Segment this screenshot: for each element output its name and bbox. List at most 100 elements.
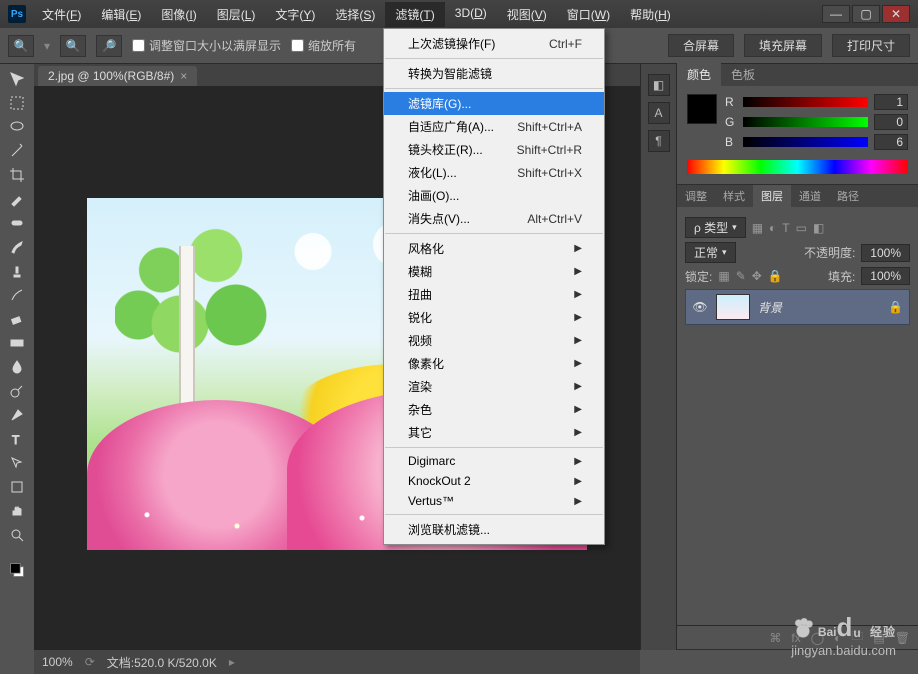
submenu-blur[interactable]: 模糊▶ bbox=[384, 260, 604, 283]
lasso-tool[interactable] bbox=[5, 116, 29, 138]
blur-tool[interactable] bbox=[5, 356, 29, 378]
lock-all-icon[interactable]: 🔒 bbox=[768, 269, 783, 283]
zoom-tool[interactable] bbox=[5, 524, 29, 546]
submenu-distort[interactable]: 扭曲▶ bbox=[384, 283, 604, 306]
blend-mode-select[interactable]: 正常 ▾ bbox=[685, 242, 736, 263]
stamp-tool[interactable] bbox=[5, 260, 29, 282]
shape-tool[interactable] bbox=[5, 476, 29, 498]
hand-tool[interactable] bbox=[5, 500, 29, 522]
submenu-knockout[interactable]: KnockOut 2▶ bbox=[384, 471, 604, 491]
slider-g[interactable] bbox=[743, 117, 868, 127]
menu-select[interactable]: 选择(S) bbox=[325, 2, 385, 27]
layer-filter-type[interactable]: ρ 类型 ▾ bbox=[685, 217, 746, 238]
document-tab[interactable]: 2.jpg @ 100%(RGB/8#) × bbox=[38, 66, 197, 86]
zoom-in-icon[interactable]: 🔍 bbox=[60, 35, 86, 57]
current-color-swatch[interactable] bbox=[687, 94, 717, 124]
menu-last-filter[interactable]: 上次滤镜操作(F)Ctrl+F bbox=[384, 32, 604, 55]
lock-pos-icon[interactable]: ✥ bbox=[752, 269, 762, 283]
menu-window[interactable]: 窗口(W) bbox=[557, 2, 620, 27]
brush-tool[interactable] bbox=[5, 236, 29, 258]
filter-shape-icon[interactable]: ▭ bbox=[796, 221, 807, 235]
lock-paint-icon[interactable]: ✎ bbox=[736, 269, 746, 283]
submenu-vertus[interactable]: Vertus™▶ bbox=[384, 491, 604, 511]
menu-view[interactable]: 视图(V) bbox=[497, 2, 557, 27]
pen-tool[interactable] bbox=[5, 404, 29, 426]
value-b[interactable]: 6 bbox=[874, 134, 908, 150]
hue-strip[interactable] bbox=[687, 160, 908, 174]
menu-oil-paint[interactable]: 油画(O)... bbox=[384, 184, 604, 207]
gradient-tool[interactable] bbox=[5, 332, 29, 354]
value-r[interactable]: 1 bbox=[874, 94, 908, 110]
lock-trans-icon[interactable]: ▦ bbox=[718, 269, 729, 283]
zoom-tool-preset-icon[interactable]: 🔍 bbox=[8, 35, 34, 57]
submenu-other[interactable]: 其它▶ bbox=[384, 421, 604, 444]
submenu-render[interactable]: 渲染▶ bbox=[384, 375, 604, 398]
dodge-tool[interactable] bbox=[5, 380, 29, 402]
fit-screen-button[interactable]: 合屏幕 bbox=[668, 34, 734, 57]
submenu-digimarc[interactable]: Digimarc▶ bbox=[384, 451, 604, 471]
menu-file[interactable]: 文件(F) bbox=[32, 2, 91, 27]
menu-filter[interactable]: 滤镜(T) bbox=[385, 2, 444, 27]
history-brush-tool[interactable] bbox=[5, 284, 29, 306]
resize-window-checkbox[interactable]: 调整窗口大小以满屏显示 bbox=[132, 37, 281, 54]
tab-channels[interactable]: 通道 bbox=[791, 185, 829, 207]
slider-b[interactable] bbox=[743, 137, 868, 147]
menu-image[interactable]: 图像(I) bbox=[151, 2, 206, 27]
tab-adjustments[interactable]: 调整 bbox=[677, 185, 715, 207]
slider-r[interactable] bbox=[743, 97, 868, 107]
zoom-out-icon[interactable]: 🔎 bbox=[96, 35, 122, 57]
link-layers-icon[interactable]: ⌘ bbox=[769, 631, 781, 645]
maximize-button[interactable]: ▢ bbox=[852, 5, 880, 23]
fill-value[interactable]: 100% bbox=[861, 267, 910, 285]
submenu-stylize[interactable]: 风格化▶ bbox=[384, 237, 604, 260]
healing-tool[interactable] bbox=[5, 212, 29, 234]
opacity-value[interactable]: 100% bbox=[861, 244, 910, 262]
visibility-icon[interactable]: 👁 bbox=[692, 300, 708, 314]
fill-screen-button[interactable]: 填充屏幕 bbox=[744, 34, 822, 57]
filter-pixel-icon[interactable]: ▦ bbox=[752, 221, 763, 235]
menu-vanishing-point[interactable]: 消失点(V)...Alt+Ctrl+V bbox=[384, 207, 604, 230]
submenu-sharpen[interactable]: 锐化▶ bbox=[384, 306, 604, 329]
move-tool[interactable] bbox=[5, 68, 29, 90]
menu-lens-correction[interactable]: 镜头校正(R)...Shift+Ctrl+R bbox=[384, 138, 604, 161]
menu-type[interactable]: 文字(Y) bbox=[265, 2, 325, 27]
tab-styles[interactable]: 样式 bbox=[715, 185, 753, 207]
menu-convert-smart[interactable]: 转换为智能滤镜 bbox=[384, 62, 604, 85]
menu-filter-gallery[interactable]: 滤镜库(G)... bbox=[384, 92, 604, 115]
eraser-tool[interactable] bbox=[5, 308, 29, 330]
menu-3d[interactable]: 3D(D) bbox=[445, 2, 497, 27]
close-button[interactable]: ✕ bbox=[882, 5, 910, 23]
chevron-right-icon[interactable]: ▸ bbox=[229, 655, 235, 669]
marquee-tool[interactable] bbox=[5, 92, 29, 114]
tab-color[interactable]: 颜色 bbox=[677, 63, 721, 86]
menu-help[interactable]: 帮助(H) bbox=[620, 2, 681, 27]
filter-adjust-icon[interactable]: ◐ bbox=[769, 221, 776, 235]
filter-type-icon[interactable]: T bbox=[782, 221, 789, 235]
crop-tool[interactable] bbox=[5, 164, 29, 186]
layer-row-background[interactable]: 👁 背景 🔒 bbox=[685, 289, 910, 325]
tab-layers[interactable]: 图层 bbox=[753, 185, 791, 207]
wand-tool[interactable] bbox=[5, 140, 29, 162]
print-size-button[interactable]: 打印尺寸 bbox=[832, 34, 910, 57]
delete-layer-icon[interactable]: 🗑 bbox=[895, 631, 910, 645]
submenu-pixelate[interactable]: 像素化▶ bbox=[384, 352, 604, 375]
menu-liquify[interactable]: 液化(L)...Shift+Ctrl+X bbox=[384, 161, 604, 184]
eyedropper-tool[interactable] bbox=[5, 188, 29, 210]
value-g[interactable]: 0 bbox=[874, 114, 908, 130]
close-tab-icon[interactable]: × bbox=[180, 69, 187, 83]
zoom-all-checkbox[interactable]: 缩放所有 bbox=[291, 37, 356, 54]
menu-edit[interactable]: 编辑(E) bbox=[91, 2, 151, 27]
tab-paths[interactable]: 路径 bbox=[829, 185, 867, 207]
zoom-percent[interactable]: 100% bbox=[42, 655, 73, 669]
path-select-tool[interactable] bbox=[5, 452, 29, 474]
type-tool[interactable]: T bbox=[5, 428, 29, 450]
history-panel-icon[interactable]: ◧ bbox=[648, 74, 670, 96]
tab-swatches[interactable]: 色板 bbox=[721, 63, 765, 86]
minimize-button[interactable]: — bbox=[822, 5, 850, 23]
character-panel-icon[interactable]: A bbox=[648, 102, 670, 124]
menu-adaptive-wide[interactable]: 自适应广角(A)...Shift+Ctrl+A bbox=[384, 115, 604, 138]
menu-browse-online[interactable]: 浏览联机滤镜... bbox=[384, 518, 604, 541]
submenu-noise[interactable]: 杂色▶ bbox=[384, 398, 604, 421]
paragraph-panel-icon[interactable]: ¶ bbox=[648, 130, 670, 152]
filter-smart-icon[interactable]: ◧ bbox=[813, 221, 824, 235]
